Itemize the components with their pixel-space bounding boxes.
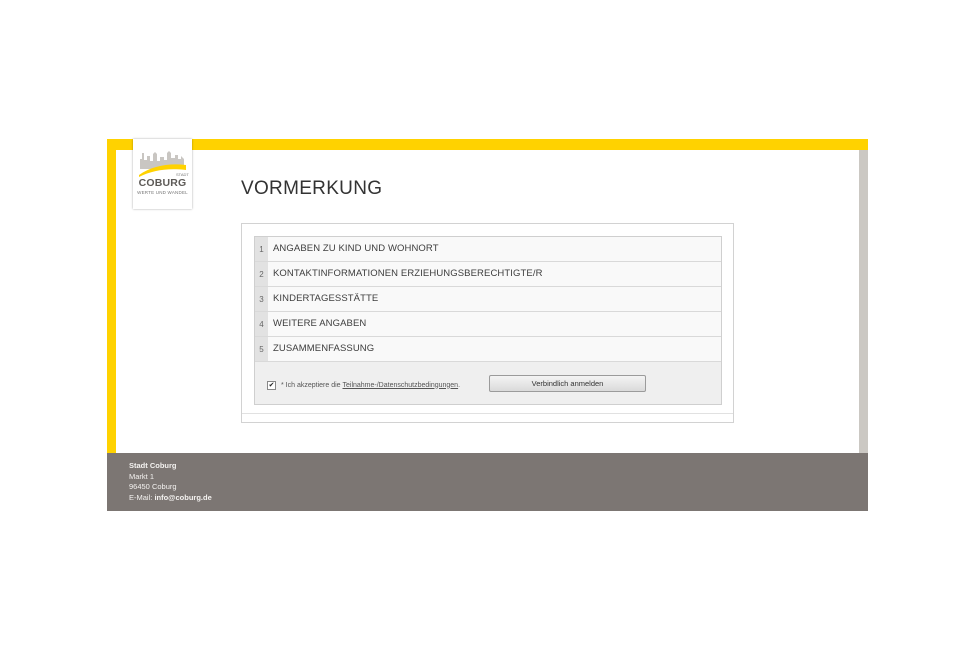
terms-link[interactable]: Teilnahme-/Datenschutzbedingungen [343,382,459,389]
panel-divider [242,413,733,414]
step-number: 2 [255,262,268,286]
page-frame: VORMERKUNG 1 ANGABEN ZU KIND UND WOHNORT… [107,139,868,511]
footer-email-link[interactable]: info@coburg.de [154,493,211,502]
step-number: 5 [255,337,268,361]
step-label: ZUSAMMENFASSUNG [273,343,375,354]
footer-email-label: E-Mail: [129,492,153,502]
form-panel: 1 ANGABEN ZU KIND UND WOHNORT 2 KONTAKTI… [241,223,734,423]
step-1[interactable]: 1 ANGABEN ZU KIND UND WOHNORT [255,237,721,262]
page-title: VORMERKUNG [241,178,383,199]
left-accent-bar [107,139,116,453]
accept-terms-prefix: * Ich akzeptiere die [281,381,341,389]
step-number: 4 [255,312,268,336]
step-4[interactable]: 4 WEITERE ANGABEN [255,312,721,337]
coburg-logo[interactable]: STADT COBURG WERTE UND WANDEL [133,139,192,209]
accept-terms-suffix: . [458,381,461,389]
submit-button[interactable]: Verbindlich anmelden [489,375,646,392]
step-label: WEITERE ANGABEN [273,318,367,329]
right-side-bar [859,150,868,453]
main-content: VORMERKUNG 1 ANGABEN ZU KIND UND WOHNORT… [116,150,859,453]
footer-street: Markt 1 [129,471,155,481]
footer-city: 96450 Coburg [129,482,177,491]
footer: Stadt Coburg Markt 1 96450 Coburg E-Mail… [107,453,868,511]
accept-terms-checkbox[interactable]: ✔ [267,380,276,390]
step-3[interactable]: 3 KINDERTAGESSTÄTTE [255,287,721,312]
step-5[interactable]: 5 ZUSAMMENFASSUNG [255,337,721,362]
step-2[interactable]: 2 KONTAKTINFORMATIONEN ERZIEHUNGSBERECHT… [255,262,721,287]
logo-wordmark: COBURG [138,177,187,189]
step-number: 1 [255,237,268,261]
steps-container: 1 ANGABEN ZU KIND UND WOHNORT 2 KONTAKTI… [254,236,722,405]
step-label: KONTAKTINFORMATIONEN ERZIEHUNGSBERECHTIG… [273,268,543,279]
logo-tagline: WERTE UND WANDEL [137,190,188,195]
top-accent-bar [107,139,868,150]
step-number: 3 [255,287,268,311]
step-label: ANGABEN ZU KIND UND WOHNORT [273,243,439,254]
footer-address: Stadt Coburg Markt 1 96450 Coburg E-Mail… [129,461,212,503]
step-label: KINDERTAGESSTÄTTE [273,293,379,304]
accept-terms-row: ✔ * Ich akzeptiere die Teilnahme-/Datens… [267,378,460,392]
footer-org: Stadt Coburg [129,461,177,470]
